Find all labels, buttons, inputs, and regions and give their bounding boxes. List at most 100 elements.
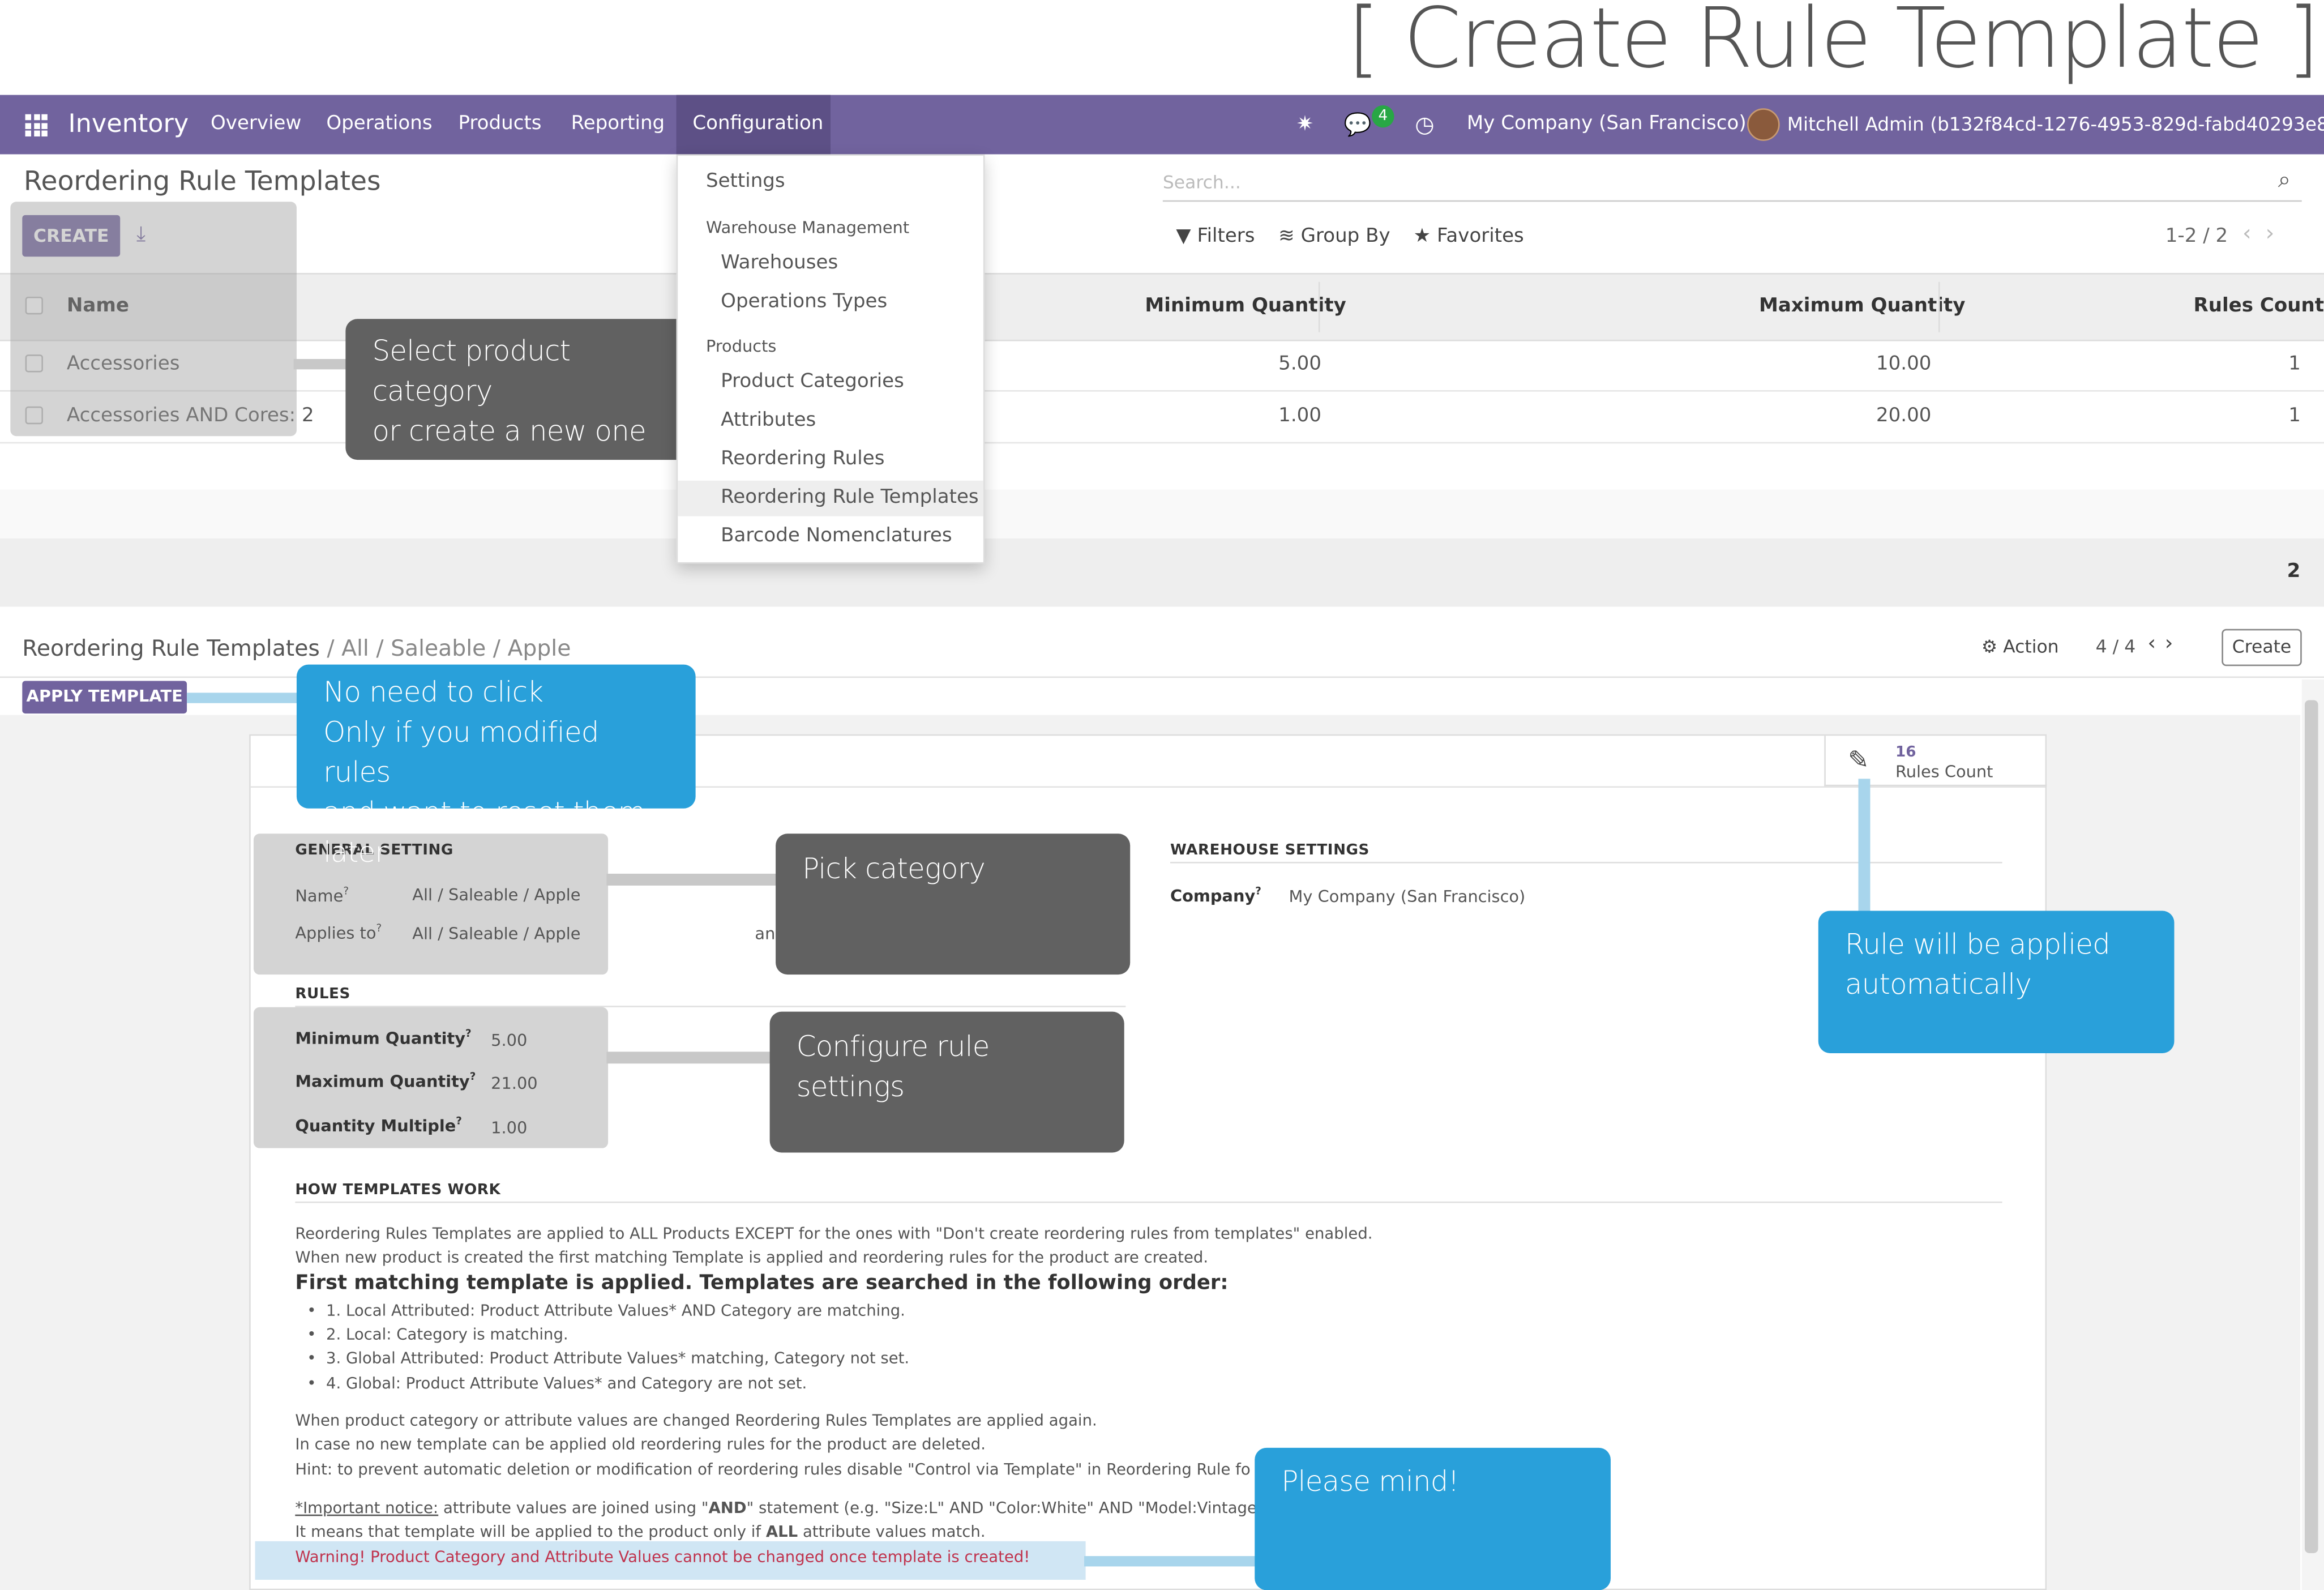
qty-multiple-label: Quantity Multiple? bbox=[295, 1115, 462, 1136]
row-min-qty[interactable]: 5.00 bbox=[1278, 353, 1321, 375]
filters-label: Filters bbox=[1197, 225, 1255, 248]
filter-icon: ▼ bbox=[1176, 225, 1191, 248]
column-minimum-quantity[interactable]: Minimum Quantity bbox=[1145, 295, 1346, 317]
breadcrumb: Reordering Rule Templates / All / Saleab… bbox=[22, 635, 571, 661]
help-paragraph: Hint: to prevent automatic deletion or m… bbox=[295, 1461, 1251, 1479]
column-rules-count[interactable]: Rules Count bbox=[2194, 295, 2324, 317]
section-divider bbox=[295, 1201, 2002, 1203]
menu-products[interactable]: Products bbox=[458, 95, 541, 155]
search-input[interactable]: Search... bbox=[1162, 163, 2302, 202]
menu-item-operations-types[interactable]: Operations Types bbox=[721, 290, 887, 313]
help-list-item: • 3. Global Attributed: Product Attribut… bbox=[307, 1349, 910, 1368]
company-switcher[interactable]: My Company (San Francisco) bbox=[1467, 95, 1747, 155]
favorites-button[interactable]: ★ Favorites bbox=[1414, 225, 1524, 247]
menu-configuration[interactable]: Configuration bbox=[692, 95, 823, 155]
menu-item-attributes[interactable]: Attributes bbox=[721, 409, 816, 431]
applies-to-field[interactable]: All / Saleable / Apple bbox=[412, 924, 580, 943]
form-pager: 4 / 4 bbox=[2095, 636, 2136, 657]
menu-item-reordering-rules[interactable]: Reordering Rules bbox=[721, 448, 884, 470]
connector-line bbox=[187, 693, 298, 703]
callout-no-need-to-click: No need to click Only if you modified ru… bbox=[296, 664, 696, 869]
menu-item-barcode-nomenclatures[interactable]: Barcode Nomenclatures bbox=[721, 525, 952, 547]
help-paragraph: In case no new template can be applied o… bbox=[295, 1435, 986, 1454]
section-divider bbox=[1170, 862, 2002, 864]
list-title: Reordering Rule Templates bbox=[23, 166, 381, 198]
favorites-label: Favorites bbox=[1436, 225, 1524, 248]
top-navbar: Inventory Overview Operations Products R… bbox=[0, 95, 2324, 155]
list-total-count: 2 bbox=[2287, 561, 2301, 583]
chat-icon[interactable]: 💬 bbox=[1343, 95, 1371, 155]
app-grid-icon[interactable] bbox=[25, 114, 48, 137]
apply-template-button[interactable]: APPLY TEMPLATE bbox=[22, 681, 187, 714]
how-templates-work-title: HOW TEMPLATES WORK bbox=[295, 1182, 501, 1199]
row-min-qty[interactable]: 1.00 bbox=[1278, 405, 1321, 427]
layers-icon: ≋ bbox=[1278, 225, 1295, 248]
help-list-item: • 4. Global: Product Attribute Values* a… bbox=[307, 1375, 807, 1393]
menu-header-products: Products bbox=[705, 336, 777, 356]
search-icon[interactable]: ⌕ bbox=[2278, 166, 2291, 193]
name-field[interactable]: All / Saleable / Apple bbox=[412, 886, 580, 905]
company-field[interactable]: My Company (San Francisco) bbox=[1289, 887, 1526, 907]
connector-line bbox=[1858, 779, 1871, 913]
row-rules-count[interactable]: 1 bbox=[2288, 405, 2301, 427]
important-notice: *Important notice: attribute values are … bbox=[295, 1499, 1257, 1518]
max-qty-label: Maximum Quantity? bbox=[295, 1071, 476, 1092]
message-count-badge: 4 bbox=[1372, 105, 1394, 128]
min-qty-label: Minimum Quantity? bbox=[295, 1028, 472, 1049]
page-title: [ Create Rule Template ] bbox=[1347, 0, 2319, 88]
menu-item-warehouses[interactable]: Warehouses bbox=[721, 252, 838, 274]
app-name[interactable]: Inventory bbox=[69, 95, 189, 155]
list-empty-area bbox=[0, 489, 2324, 538]
warning-text: Warning! Product Category and Attribute … bbox=[295, 1548, 1030, 1567]
clock-icon[interactable]: ◷ bbox=[1415, 95, 1434, 155]
highlight-list-names bbox=[10, 202, 297, 437]
row-max-qty[interactable]: 20.00 bbox=[1876, 405, 1932, 427]
user-avatar[interactable] bbox=[1747, 108, 1780, 141]
help-paragraph: When new product is created the first ma… bbox=[295, 1249, 1209, 1267]
help-paragraph: Reordering Rules Templates are applied t… bbox=[295, 1225, 1373, 1243]
help-list-item: • 2. Local: Category is matching. bbox=[307, 1326, 568, 1344]
menu-item-reordering-rule-templates[interactable]: Reordering Rule Templates bbox=[721, 486, 979, 508]
pager-nav-icon[interactable]: ‹› bbox=[2147, 632, 2182, 656]
connector-line bbox=[606, 1052, 772, 1064]
menu-operations[interactable]: Operations bbox=[326, 95, 432, 155]
callout-select-category: Select product category or create a new … bbox=[345, 319, 699, 460]
menu-reporting[interactable]: Reporting bbox=[571, 95, 665, 155]
column-maximum-quantity[interactable]: Maximum Quantity bbox=[1759, 295, 1965, 317]
max-qty-field[interactable]: 21.00 bbox=[491, 1074, 538, 1093]
action-menu[interactable]: ⚙ Action bbox=[1981, 636, 2059, 657]
callout-please-mind: Please mind! bbox=[1255, 1447, 1611, 1590]
menu-item-settings[interactable]: Settings bbox=[706, 170, 785, 193]
filters-button[interactable]: ▼ Filters bbox=[1176, 225, 1255, 247]
row-rules-count[interactable]: 1 bbox=[2288, 353, 2301, 375]
group-by-label: Group By bbox=[1300, 225, 1390, 248]
important-notice-detail: It means that template will be applied t… bbox=[295, 1523, 986, 1541]
group-by-button[interactable]: ≋ Group By bbox=[1278, 225, 1390, 247]
column-divider bbox=[1938, 281, 1940, 332]
menu-header-warehouse-management: Warehouse Management bbox=[705, 218, 910, 238]
applies-to-label: Applies to? bbox=[295, 922, 382, 943]
form-create-button[interactable]: Create bbox=[2222, 629, 2302, 666]
name-label: Name? bbox=[295, 885, 349, 906]
help-list-item: • 1. Local Attributed: Product Attribute… bbox=[307, 1302, 905, 1320]
breadcrumb-root[interactable]: Reordering Rule Templates bbox=[22, 635, 320, 661]
bug-icon[interactable]: ✷ bbox=[1296, 95, 1314, 155]
edit-icon: ✎ bbox=[1848, 746, 1869, 776]
scrollbar-thumb[interactable] bbox=[2305, 700, 2318, 1553]
user-menu[interactable]: Mitchell Admin (b132f84cd-1276-4953-829d… bbox=[1787, 95, 2324, 155]
help-paragraph: When product category or attribute value… bbox=[295, 1412, 1097, 1430]
row-max-qty[interactable]: 10.00 bbox=[1876, 353, 1932, 375]
applies-to-suffix: an bbox=[755, 924, 776, 944]
column-divider bbox=[1318, 281, 1320, 332]
min-qty-field[interactable]: 5.00 bbox=[491, 1031, 527, 1050]
company-label: Company? bbox=[1170, 885, 1261, 906]
pager-arrows-icon[interactable]: ‹ › bbox=[2242, 220, 2274, 246]
menu-overview[interactable]: Overview bbox=[211, 95, 301, 155]
menu-item-product-categories[interactable]: Product Categories bbox=[721, 371, 904, 393]
list-pager: 1-2 / 2 bbox=[2165, 225, 2228, 248]
qty-multiple-field[interactable]: 1.00 bbox=[491, 1118, 527, 1138]
action-label: Action bbox=[2003, 636, 2059, 657]
rules-count-label: Rules Count bbox=[1895, 762, 1993, 782]
callout-configure-rules: Configure rule settings bbox=[769, 1011, 1124, 1153]
connector-line bbox=[606, 874, 777, 886]
